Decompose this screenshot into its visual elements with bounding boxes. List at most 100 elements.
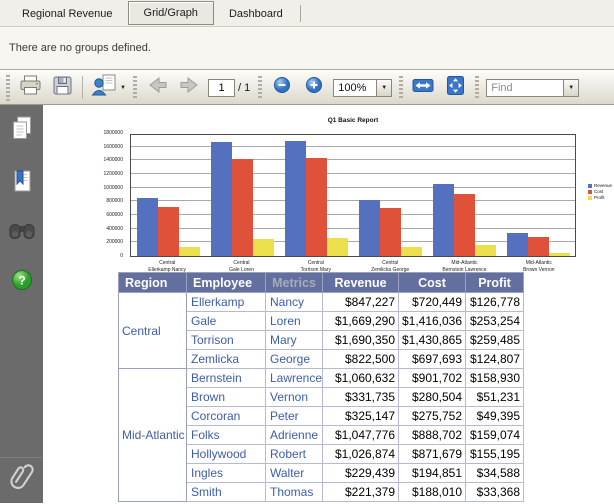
- zoom-in-button[interactable]: [299, 74, 329, 102]
- metric-value-cell: $697,693: [399, 350, 466, 369]
- employee-name-cell: Ellerkamp: [187, 293, 266, 312]
- metric-value-cell: $229,439: [323, 464, 399, 483]
- page-number-input[interactable]: [208, 79, 235, 97]
- content-area: ? Q1 Basic Report: [0, 105, 614, 503]
- metric-value-cell: $1,416,036: [399, 312, 466, 331]
- fit-width-button[interactable]: [408, 74, 438, 102]
- metric-value-cell: $34,588: [466, 464, 524, 483]
- bar-group: [353, 135, 427, 256]
- employee-name-cell: Smith: [187, 483, 266, 502]
- employee-name-cell: Lawrence: [266, 369, 323, 388]
- find-input[interactable]: [486, 79, 564, 97]
- bar-profit: [253, 239, 274, 256]
- legend-swatch: [588, 190, 592, 194]
- bar-profit: [475, 245, 496, 256]
- employee-name-cell: Torrison: [187, 331, 266, 350]
- next-page-button[interactable]: [174, 74, 204, 102]
- metric-value-cell: $275,752: [399, 407, 466, 426]
- bar-group: [131, 135, 205, 256]
- bar-cost: [158, 207, 179, 256]
- toolbar-grip[interactable]: [475, 76, 479, 100]
- metric-value-cell: $124,807: [466, 350, 524, 369]
- employee-name-cell: Loren: [266, 312, 323, 331]
- column-header-region: Region: [119, 273, 187, 293]
- save-button[interactable]: [47, 74, 77, 102]
- fit-page-icon: [445, 75, 466, 101]
- paperclip-icon: [9, 462, 35, 499]
- zoom-out-button[interactable]: [267, 74, 297, 102]
- bar-group: [501, 135, 575, 256]
- region-cell: Mid-Atlantic: [119, 369, 187, 502]
- attachments-button[interactable]: [0, 457, 43, 503]
- metric-value-cell: $1,669,290: [323, 312, 399, 331]
- page-count-label: / 1: [238, 82, 250, 94]
- printer-icon: [19, 75, 42, 101]
- metric-value-cell: $194,851: [399, 464, 466, 483]
- toolbar-grip[interactable]: [133, 76, 137, 100]
- tab-separator: [300, 5, 301, 22]
- metric-value-cell: $847,227: [323, 293, 399, 312]
- bar-revenue: [211, 142, 232, 256]
- y-tick-label: 1600000: [104, 145, 123, 150]
- search-button[interactable]: [9, 222, 35, 246]
- table-row: Mid-AtlanticBernsteinLawrence$1,060,632$…: [119, 369, 524, 388]
- column-header-metrics: Metrics: [266, 273, 323, 293]
- toolbar-separator: [82, 76, 83, 99]
- bar-cost: [528, 237, 549, 256]
- zoom-level-value[interactable]: 100%: [333, 79, 377, 97]
- previous-page-icon: [146, 76, 169, 99]
- zoom-level-combo[interactable]: 100% ▼: [333, 79, 392, 97]
- help-button[interactable]: ?: [11, 269, 33, 296]
- employee-name-cell: Peter: [266, 407, 323, 426]
- tab-grid-graph[interactable]: Grid/Graph: [128, 1, 214, 25]
- chart-title: Q1 Basic Report: [130, 117, 576, 124]
- previous-page-button[interactable]: [142, 74, 172, 102]
- export-button[interactable]: ▼: [88, 74, 128, 102]
- employee-name-cell: Mary: [266, 331, 323, 350]
- metric-value-cell: $158,930: [466, 369, 524, 388]
- legend-item-profit: Profit: [588, 196, 612, 201]
- metric-value-cell: $871,679: [399, 445, 466, 464]
- bookmark-icon: [11, 181, 33, 198]
- legend-swatch: [588, 196, 592, 200]
- employee-name-cell: Ingles: [187, 464, 266, 483]
- metric-value-cell: $49,395: [466, 407, 524, 426]
- column-header-cost: Cost: [399, 273, 466, 293]
- bar-revenue: [359, 200, 380, 256]
- bar-group: [205, 135, 279, 256]
- toolbar-grip[interactable]: [6, 75, 10, 101]
- employee-name-cell: Zemlicka: [187, 350, 266, 369]
- zoom-level-dropdown-button[interactable]: ▼: [377, 79, 392, 97]
- metric-value-cell: $1,060,632: [323, 369, 399, 388]
- employee-name-cell: Brown: [187, 388, 266, 407]
- bar-revenue: [433, 184, 454, 256]
- zoom-out-icon: [273, 76, 291, 99]
- metric-value-cell: $33,368: [466, 483, 524, 502]
- find-dropdown-button[interactable]: ▼: [564, 79, 579, 97]
- next-page-icon: [178, 76, 201, 99]
- document-tab-bar: Regional RevenueGrid/GraphDashboard: [0, 0, 614, 27]
- table-of-contents-button[interactable]: [11, 116, 33, 146]
- bar-profit: [549, 253, 570, 257]
- employee-name-cell: Nancy: [266, 293, 323, 312]
- tab-dashboard[interactable]: Dashboard: [214, 3, 298, 25]
- y-tick-label: 200000: [106, 240, 123, 245]
- print-button[interactable]: [15, 74, 45, 102]
- toolbar-grip[interactable]: [258, 76, 262, 100]
- tab-regional-revenue[interactable]: Regional Revenue: [7, 3, 128, 25]
- column-header-employee: Employee: [187, 273, 266, 293]
- column-header-revenue: Revenue: [323, 273, 399, 293]
- sidebar-icon-stack: ?: [0, 105, 43, 296]
- y-tick-label: 0: [120, 254, 123, 259]
- help-icon: ?: [11, 278, 33, 295]
- no-groups-message: There are no groups defined.: [9, 42, 151, 54]
- employee-name-cell: George: [266, 350, 323, 369]
- region-cell: Central: [119, 293, 187, 369]
- metric-value-cell: $822,500: [323, 350, 399, 369]
- bar-revenue: [507, 233, 528, 256]
- fit-page-button[interactable]: [440, 74, 470, 102]
- y-tick-label: 1000000: [104, 186, 123, 191]
- employee-name-cell: Folks: [187, 426, 266, 445]
- toolbar-grip[interactable]: [399, 76, 403, 100]
- bookmarks-button[interactable]: [11, 169, 33, 199]
